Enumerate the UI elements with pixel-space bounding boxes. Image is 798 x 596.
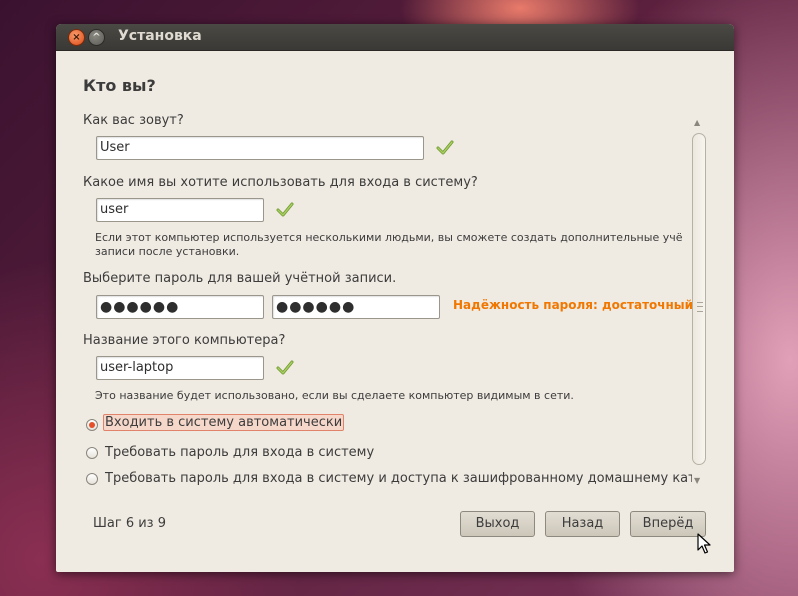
hostname-field[interactable]: user-laptop <box>96 356 264 380</box>
radio-require-password-label[interactable]: Требовать пароль для входа в систему <box>105 445 374 460</box>
login-hint: Если этот компьютер используется несколь… <box>95 231 692 261</box>
installer-window: × ^ Установка Кто вы? Как вас зовут? Use… <box>56 24 734 572</box>
password-field[interactable]: ●●●●●● <box>96 295 264 319</box>
login-hint-line2: записи после установки. <box>95 245 240 258</box>
hostname-hint: Это название будет использовано, если вы… <box>95 389 574 402</box>
radio-require-password[interactable] <box>86 447 98 459</box>
login-field[interactable]: user <box>96 198 264 222</box>
password-confirm-field[interactable]: ●●●●●● <box>272 295 440 319</box>
login-label: Какое имя вы хотите использовать для вхо… <box>83 175 478 190</box>
title-bar[interactable]: × ^ Установка <box>56 24 734 51</box>
close-icon[interactable]: × <box>68 29 85 46</box>
forward-button[interactable]: Вперёд <box>630 511 706 537</box>
radio-encrypt-home-label[interactable]: Требовать пароль для входа в систему и д… <box>105 471 692 486</box>
step-indicator: Шаг 6 из 9 <box>93 516 166 531</box>
hostname-label: Название этого компьютера? <box>83 333 286 348</box>
scroll-down-icon[interactable]: ▼ <box>694 477 700 485</box>
scrollbar-thumb[interactable] <box>692 133 706 465</box>
back-button[interactable]: Назад <box>545 511 620 537</box>
password-label: Выберите пароль для вашей учётной записи… <box>83 271 397 286</box>
scrollbar-grip-icon <box>697 302 703 312</box>
quit-button[interactable]: Выход <box>460 511 535 537</box>
radio-encrypt-home[interactable] <box>86 473 98 485</box>
check-icon <box>436 140 454 155</box>
name-field[interactable]: User <box>96 136 424 160</box>
scrollbar[interactable]: ▲ ▼ <box>690 119 708 491</box>
scroll-up-icon[interactable]: ▲ <box>694 119 700 127</box>
name-label: Как вас зовут? <box>83 113 184 128</box>
password-strength: Надёжность пароля: достаточный <box>453 298 694 312</box>
radio-auto-login-label[interactable]: Входить в систему автоматически <box>103 414 345 431</box>
check-icon <box>276 360 294 375</box>
page-title: Кто вы? <box>83 76 156 95</box>
mouse-cursor-icon <box>697 533 711 554</box>
check-icon <box>276 202 294 217</box>
window-title: Установка <box>118 28 202 44</box>
radio-encrypt-row: Требовать пароль для входа в систему и д… <box>56 470 692 490</box>
login-hint-line1: Если этот компьютер используется несколь… <box>95 231 683 244</box>
minimize-icon[interactable]: ^ <box>88 29 105 46</box>
radio-auto-login[interactable] <box>86 419 98 431</box>
